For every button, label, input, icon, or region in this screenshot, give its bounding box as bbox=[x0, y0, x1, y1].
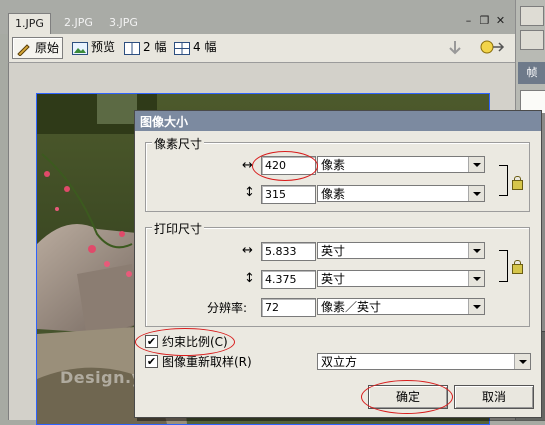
chevron-down-icon bbox=[468, 186, 484, 201]
view-toolbar: 原始 预览 2 幅 4 幅 bbox=[8, 34, 516, 63]
resample-method-value: 双立方 bbox=[321, 355, 358, 369]
print-height-input[interactable]: 4.375 bbox=[261, 270, 316, 289]
panel-button-2[interactable] bbox=[520, 30, 544, 50]
chevron-down-icon bbox=[468, 243, 484, 258]
original-view-label: 原始 bbox=[35, 41, 60, 55]
four-up-icon bbox=[174, 41, 190, 55]
chevron-down-icon bbox=[468, 299, 484, 314]
tab-2-jpg[interactable]: 2.JPG bbox=[58, 13, 99, 33]
print-size-label: 打印尺寸 bbox=[152, 220, 205, 237]
image-size-dialog: 图像大小 像素尺寸 ↔ 420 像素 ↕ 315 像素 打印尺寸 ↔ 5.833… bbox=[134, 110, 542, 418]
close-icon[interactable]: ✕ bbox=[494, 14, 507, 27]
print-width-arrow-icon: ↔ bbox=[242, 243, 253, 258]
pixel-width-unit-value: 像素 bbox=[321, 158, 346, 172]
preview-view-button[interactable]: 预览 bbox=[69, 37, 118, 57]
pixel-dimensions-label: 像素尺寸 bbox=[152, 135, 205, 152]
print-height-unit-select[interactable]: 英寸 bbox=[317, 270, 485, 287]
original-view-button[interactable]: 原始 bbox=[12, 37, 64, 59]
print-height-arrow-icon: ↕ bbox=[244, 271, 255, 286]
export-icon[interactable] bbox=[445, 39, 465, 57]
chevron-down-icon bbox=[514, 354, 530, 369]
resample-image-checkbox[interactable]: ✔ bbox=[145, 355, 158, 368]
pixel-height-input[interactable]: 315 bbox=[261, 185, 316, 204]
print-width-unit-value: 英寸 bbox=[321, 244, 346, 258]
frames-panel-tab[interactable]: 帧 bbox=[518, 62, 545, 84]
two-up-icon bbox=[124, 41, 140, 55]
document-tab-bar: 1.JPG 2.JPG 3.JPG – ❐ ✕ bbox=[0, 0, 515, 35]
quick-export-icon[interactable] bbox=[479, 39, 505, 57]
resample-method-select[interactable]: 双立方 bbox=[317, 353, 531, 370]
resolution-unit-value: 像素／英寸 bbox=[321, 300, 382, 314]
tab-1-jpg[interactable]: 1.JPG bbox=[8, 13, 51, 35]
chevron-down-icon bbox=[468, 271, 484, 286]
pixel-width-unit-select[interactable]: 像素 bbox=[317, 156, 485, 173]
height-arrow-icon: ↕ bbox=[244, 185, 255, 200]
highlight-ring-constrain bbox=[135, 328, 235, 356]
two-up-view-label: 2 幅 bbox=[143, 40, 167, 54]
dialog-title-bar[interactable]: 图像大小 bbox=[135, 111, 541, 131]
lock-icon bbox=[512, 176, 523, 190]
print-width-unit-select[interactable]: 英寸 bbox=[317, 242, 485, 259]
cancel-button[interactable]: 取消 bbox=[454, 385, 534, 409]
resolution-input[interactable]: 72 bbox=[261, 298, 316, 317]
resolution-unit-select[interactable]: 像素／英寸 bbox=[317, 298, 485, 315]
highlight-ring-ok bbox=[361, 380, 453, 414]
highlight-ring-width bbox=[252, 151, 318, 181]
pixel-height-unit-value: 像素 bbox=[321, 187, 346, 201]
print-link-bracket bbox=[499, 250, 508, 282]
lock-icon bbox=[512, 260, 523, 274]
pencil-icon bbox=[16, 42, 32, 57]
chevron-down-icon bbox=[468, 157, 484, 172]
preview-icon bbox=[72, 41, 88, 55]
resolution-label: 分辨率: bbox=[207, 301, 248, 315]
print-width-input[interactable]: 5.833 bbox=[261, 242, 316, 261]
pixel-link-bracket bbox=[499, 165, 508, 196]
restore-icon[interactable]: ❐ bbox=[478, 14, 491, 27]
minimize-icon[interactable]: – bbox=[462, 14, 475, 27]
four-up-view-label: 4 幅 bbox=[193, 40, 217, 54]
print-height-unit-value: 英寸 bbox=[321, 272, 346, 286]
tab-3-jpg[interactable]: 3.JPG bbox=[103, 13, 144, 33]
pixel-height-unit-select[interactable]: 像素 bbox=[317, 185, 485, 202]
panel-button-1[interactable] bbox=[520, 6, 544, 26]
preview-view-label: 预览 bbox=[91, 40, 116, 54]
four-up-view-button[interactable]: 4 幅 bbox=[171, 37, 219, 57]
dialog-title: 图像大小 bbox=[140, 115, 189, 129]
two-up-view-button[interactable]: 2 幅 bbox=[121, 37, 169, 57]
